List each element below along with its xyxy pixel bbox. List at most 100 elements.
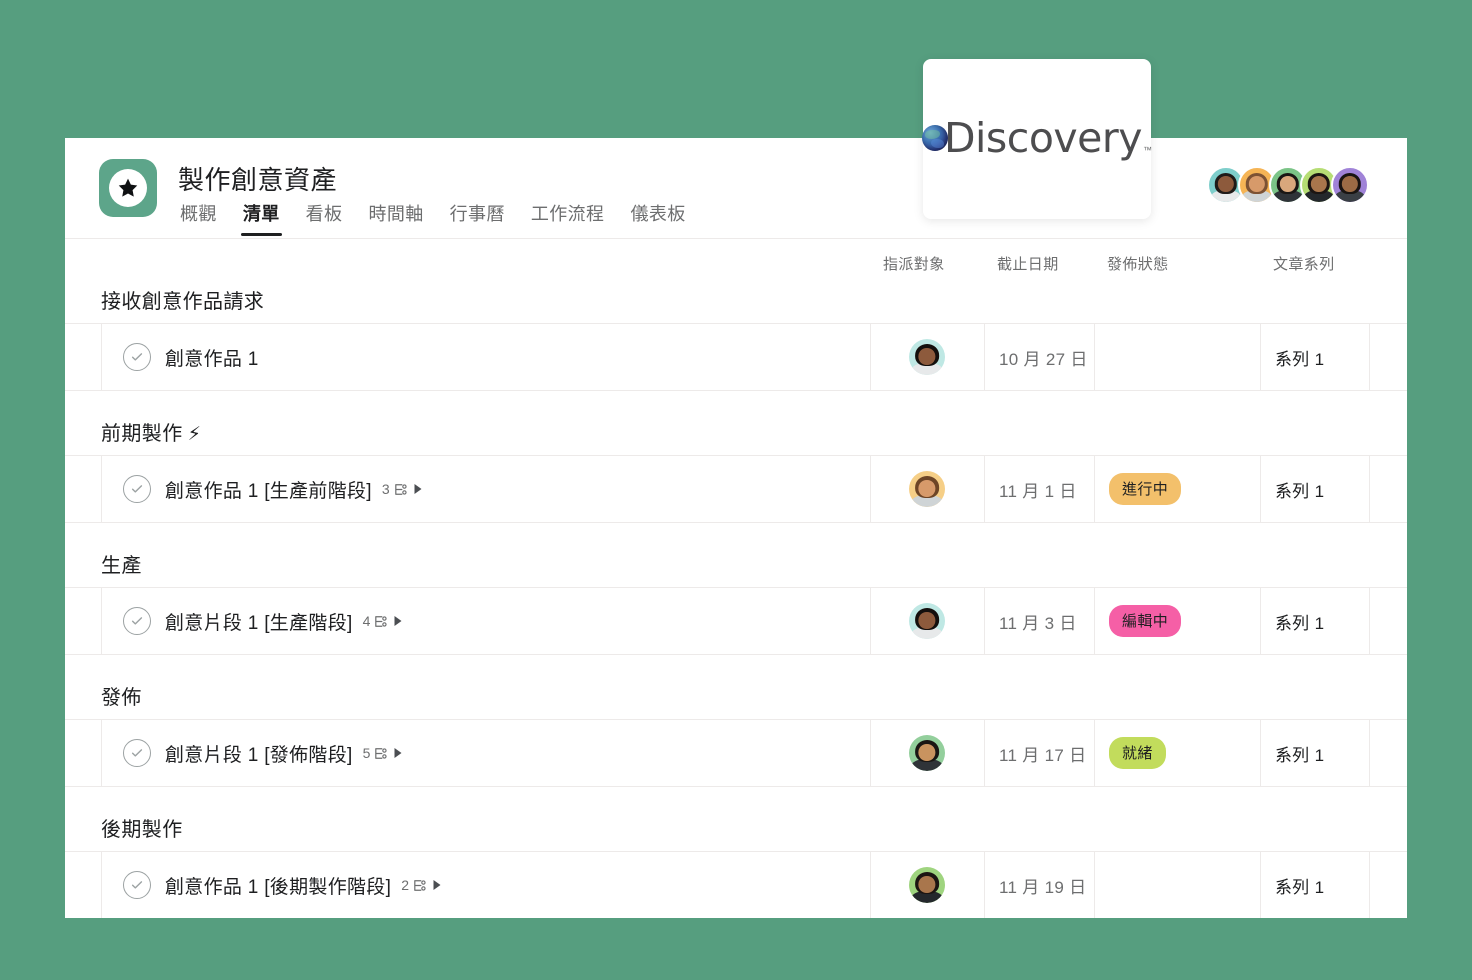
- subtask-indicator[interactable]: 3: [382, 481, 423, 497]
- complete-task-checkbox[interactable]: [123, 871, 151, 899]
- task-name-group[interactable]: 創意作品 1 [後期製作階段] 2: [123, 852, 442, 918]
- row-left-border: [101, 324, 102, 390]
- task-sections: 接收創意作品請求 創意作品 1 10 月 27 日系列 1 前期製作 ⚡ 創意作品 1 […: [65, 285, 1407, 918]
- status-badge-wrap[interactable]: 就緒: [1109, 720, 1166, 786]
- task-title: 創意作品 1 [生產前階段]: [165, 480, 372, 502]
- table-row[interactable]: 創意片段 1 [發佈階段] 5 11 月 17 日 就緒 系列 1: [65, 719, 1407, 787]
- complete-task-checkbox[interactable]: [123, 607, 151, 635]
- avatar: [909, 471, 945, 507]
- avatar: [909, 735, 945, 771]
- row-left-border: [101, 720, 102, 786]
- tab-6[interactable]: 儀表板: [628, 200, 687, 236]
- avatar-face: [1333, 168, 1367, 202]
- section-emoji-icon: ⚡: [187, 424, 202, 445]
- expand-caret-icon[interactable]: [413, 483, 423, 495]
- star-glyph: [118, 178, 138, 197]
- section-title[interactable]: 後期製作: [65, 813, 1407, 851]
- due-date: 11 月 19 日: [999, 877, 1087, 897]
- status-badge-wrap[interactable]: 編輯中: [1109, 588, 1182, 654]
- subtask-indicator[interactable]: 5: [363, 745, 404, 761]
- task-name-group[interactable]: 創意作品 1: [123, 324, 259, 390]
- check-glyph: [131, 617, 143, 625]
- column-headers: 指派對象 截止日期 發佈狀態 文章系列: [65, 239, 1407, 285]
- section-title-text: 發佈: [101, 687, 142, 709]
- tab-5[interactable]: 工作流程: [529, 200, 607, 236]
- table-row[interactable]: 創意作品 1 10 月 27 日 系列 1: [65, 323, 1407, 391]
- app-window: 製作創意資產 概觀 清單 看板 時間軸 行事曆 工作流程 儀表板 指派對象 截止日期 發佈狀態 文…: [65, 138, 1407, 918]
- column-header-0[interactable]: 指派對象: [883, 253, 945, 274]
- column-header-3[interactable]: 文章系列: [1273, 253, 1335, 274]
- task-name-group[interactable]: 創意片段 1 [發佈階段] 5: [123, 720, 403, 786]
- section-title-text: 前期製作: [101, 423, 183, 445]
- avatar-face: [909, 735, 945, 771]
- row-left-border: [101, 456, 102, 522]
- subtask-indicator[interactable]: 4: [363, 613, 404, 629]
- series-value: 系列 1: [1275, 613, 1325, 633]
- tab-2[interactable]: 看板: [304, 200, 345, 236]
- screenshot-stage: 製作創意資產 概觀 清單 看板 時間軸 行事曆 工作流程 儀表板 指派對象 截止日期 發佈狀態 文…: [0, 0, 1472, 980]
- task-list: 指派對象 截止日期 發佈狀態 文章系列 接收創意作品請求 創意作品 1 10 月 27 日…: [65, 239, 1407, 918]
- task-name-group[interactable]: 創意片段 1 [生產階段] 4: [123, 588, 403, 654]
- status-cell[interactable]: [1094, 852, 1260, 918]
- assignee-avatar-wrap[interactable]: [870, 720, 984, 786]
- assignee-avatar-wrap[interactable]: [870, 588, 984, 654]
- task-title: 創意片段 1 [生產階段]: [165, 612, 353, 634]
- section-title[interactable]: 接收創意作品請求: [65, 285, 1407, 323]
- assignee-avatar-wrap[interactable]: [870, 456, 984, 522]
- project-tabs: 概觀 清單 看板 時間軸 行事曆 工作流程 儀表板: [178, 200, 688, 236]
- table-row[interactable]: 創意片段 1 [生產階段] 4 11 月 3 日 編輯中 系列 1: [65, 587, 1407, 655]
- task-title: 創意作品 1: [165, 348, 259, 370]
- subtask-icon: [414, 879, 426, 891]
- subtask-count: 3: [381, 481, 390, 497]
- expand-caret-icon[interactable]: [393, 615, 403, 627]
- task-name-group[interactable]: 創意作品 1 [生產前階段] 3: [123, 456, 423, 522]
- table-row[interactable]: 創意作品 1 [生產前階段] 3 11 月 1 日 進行中 系列 1: [65, 455, 1407, 523]
- due-date: 11 月 1 日: [999, 481, 1077, 501]
- status-cell[interactable]: [1094, 324, 1260, 390]
- status-badge: 進行中: [1109, 473, 1182, 505]
- subtask-icon: [394, 483, 407, 495]
- avatar-face: [909, 603, 945, 639]
- check-glyph: [131, 485, 143, 493]
- column-header-2[interactable]: 發佈狀態: [1107, 253, 1169, 274]
- task-section: 前期製作 ⚡ 創意作品 1 [生產前階段] 3 11 月 1 日 進行中 系列 1: [65, 417, 1407, 523]
- due-date: 11 月 3 日: [999, 613, 1077, 633]
- assignee-avatar-wrap[interactable]: [870, 324, 984, 390]
- check-glyph: [131, 353, 143, 361]
- column-header-1[interactable]: 截止日期: [997, 253, 1059, 274]
- series-value: 系列 1: [1275, 877, 1325, 897]
- subtask-count: 5: [362, 745, 371, 761]
- avatar-face: [909, 339, 945, 375]
- check-glyph: [131, 881, 143, 889]
- assignee-avatar-wrap[interactable]: [870, 852, 984, 918]
- subtask-count: 2: [401, 877, 409, 893]
- trademark-mark: ™: [1143, 144, 1153, 155]
- expand-caret-icon[interactable]: [393, 747, 403, 759]
- complete-task-checkbox[interactable]: [123, 475, 151, 503]
- discovery-logo-card: Discovery ™: [921, 59, 1153, 219]
- section-title[interactable]: 發佈: [65, 681, 1407, 719]
- tab-1[interactable]: 清單: [240, 200, 282, 236]
- avatar: [909, 867, 945, 903]
- check-glyph: [131, 749, 143, 757]
- tab-0[interactable]: 概觀: [178, 200, 219, 236]
- complete-task-checkbox[interactable]: [123, 739, 151, 767]
- section-title-text: 生產: [101, 555, 142, 577]
- status-badge-wrap[interactable]: 進行中: [1109, 456, 1182, 522]
- task-title: 創意作品 1 [後期製作階段]: [165, 876, 392, 898]
- series-value: 系列 1: [1275, 481, 1325, 501]
- tab-3[interactable]: 時間軸: [366, 200, 425, 236]
- expand-caret-icon[interactable]: [432, 879, 442, 891]
- table-row[interactable]: 創意作品 1 [後期製作階段] 2 11 月 19 日 系列 1: [65, 851, 1407, 918]
- tab-4[interactable]: 行事曆: [448, 200, 507, 236]
- complete-task-checkbox[interactable]: [123, 343, 151, 371]
- subtask-count: 4: [362, 613, 371, 629]
- task-section: 接收創意作品請求 創意作品 1 10 月 27 日 系列 1: [65, 285, 1407, 391]
- section-title[interactable]: 前期製作 ⚡: [65, 417, 1407, 455]
- avatar: [1331, 166, 1369, 204]
- section-title[interactable]: 生產: [65, 549, 1407, 587]
- subtask-indicator[interactable]: 2: [401, 877, 442, 893]
- member-avatar-group: [1207, 166, 1369, 204]
- avatar-face: [909, 867, 945, 903]
- subtask-icon: [375, 615, 388, 627]
